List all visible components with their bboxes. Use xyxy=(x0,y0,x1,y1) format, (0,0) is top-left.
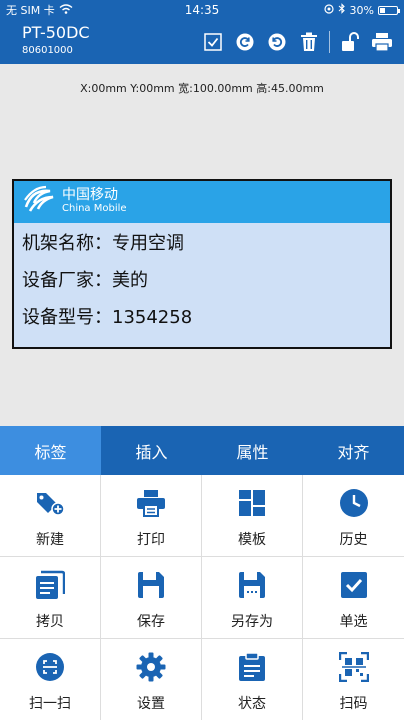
clock-icon xyxy=(338,487,370,519)
status-bar: 无 SIM 卡 14:35 30% xyxy=(0,0,404,20)
checkbox-icon xyxy=(338,569,370,601)
print-button[interactable]: 打印 xyxy=(101,475,202,557)
label-row-model[interactable]: 设备型号：1354258 xyxy=(14,297,390,334)
template-label: 模板 xyxy=(238,532,266,548)
new-label: 新建 xyxy=(36,532,64,548)
position-readout: X:00mm Y:00mm 宽:100.00mm 高:45.00mm xyxy=(80,82,324,95)
scan-code-button[interactable]: 扫码 xyxy=(303,639,404,720)
select-button[interactable]: 单选 xyxy=(303,557,404,639)
top-bar: 无 SIM 卡 14:35 30% PT-50DC 80601000 xyxy=(0,0,404,64)
save-as-label: 另存为 xyxy=(231,614,273,630)
scan-icon xyxy=(34,651,66,683)
checkbox-icon[interactable] xyxy=(201,30,225,54)
label-canvas[interactable]: X:00mm Y:00mm 宽:100.00mm 高:45.00mm 中国移动 … xyxy=(0,64,404,426)
trash-icon[interactable] xyxy=(297,30,321,54)
gear-icon xyxy=(135,651,167,683)
label-row-manufacturer[interactable]: 设备厂家：美的 xyxy=(14,260,390,297)
save-button[interactable]: 保存 xyxy=(101,557,202,639)
settings-button[interactable]: 设置 xyxy=(101,639,202,720)
wifi-icon xyxy=(59,3,73,17)
rotate-left-icon[interactable] xyxy=(233,30,257,54)
save-as-button[interactable]: 另存为 xyxy=(202,557,303,639)
status-label: 状态 xyxy=(238,696,266,712)
rotate-right-icon[interactable] xyxy=(265,30,289,54)
printer-icon xyxy=(135,487,167,519)
printer-model: PT-50DC xyxy=(22,23,90,42)
history-label: 历史 xyxy=(339,532,368,548)
save-label: 保存 xyxy=(137,614,165,630)
tab-bar: 标签 插入 属性 对齐 xyxy=(0,426,404,475)
template-icon xyxy=(236,487,268,519)
toolbar-divider xyxy=(329,31,330,53)
qr-scan-icon xyxy=(338,651,370,683)
label-row-rack-name[interactable]: 机架名称：专用空调 xyxy=(14,223,390,260)
battery-icon xyxy=(378,5,400,15)
tag-add-icon xyxy=(34,487,66,519)
brand-name-en: China Mobile xyxy=(62,203,127,214)
bluetooth-icon xyxy=(338,3,346,17)
label-header: 中国移动 China Mobile xyxy=(14,181,390,223)
template-button[interactable]: 模板 xyxy=(202,475,303,557)
scan-code-label: 扫码 xyxy=(339,696,368,712)
clipboard-icon xyxy=(236,651,268,683)
app-header: PT-50DC 80601000 xyxy=(0,20,404,64)
brand-name-cn: 中国移动 xyxy=(62,187,118,203)
copy-icon xyxy=(34,569,66,601)
save-as-icon xyxy=(236,569,268,601)
action-grid: 新建 打印 模板 历史 拷贝 保存 另存为 单选 扫一扫 设置 状态 扫码 xyxy=(0,475,404,720)
scan-label: 扫一扫 xyxy=(29,696,71,712)
unlock-icon[interactable] xyxy=(338,30,362,54)
tab-insert[interactable]: 插入 xyxy=(101,426,202,475)
tab-align[interactable]: 对齐 xyxy=(303,426,404,475)
scan-button[interactable]: 扫一扫 xyxy=(0,639,101,720)
tab-properties[interactable]: 属性 xyxy=(202,426,303,475)
copy-label: 拷贝 xyxy=(36,614,64,630)
china-mobile-logo-icon xyxy=(22,185,56,219)
status-button[interactable]: 状态 xyxy=(202,639,303,720)
printer-icon[interactable] xyxy=(370,30,394,54)
history-button[interactable]: 历史 xyxy=(303,475,404,557)
new-button[interactable]: 新建 xyxy=(0,475,101,557)
save-icon xyxy=(135,569,167,601)
select-label: 单选 xyxy=(339,614,368,630)
copy-button[interactable]: 拷贝 xyxy=(0,557,101,639)
tab-label[interactable]: 标签 xyxy=(0,426,101,475)
settings-label: 设置 xyxy=(137,696,165,712)
battery-percent: 30% xyxy=(349,3,374,17)
printer-serial: 80601000 xyxy=(22,45,73,56)
location-icon xyxy=(323,3,334,17)
print-label: 打印 xyxy=(137,532,165,548)
carrier-text: 无 SIM 卡 xyxy=(6,4,55,17)
toolbar xyxy=(201,30,394,54)
label-preview[interactable]: 中国移动 China Mobile 机架名称：专用空调 设备厂家：美的 设备型号… xyxy=(12,179,392,349)
